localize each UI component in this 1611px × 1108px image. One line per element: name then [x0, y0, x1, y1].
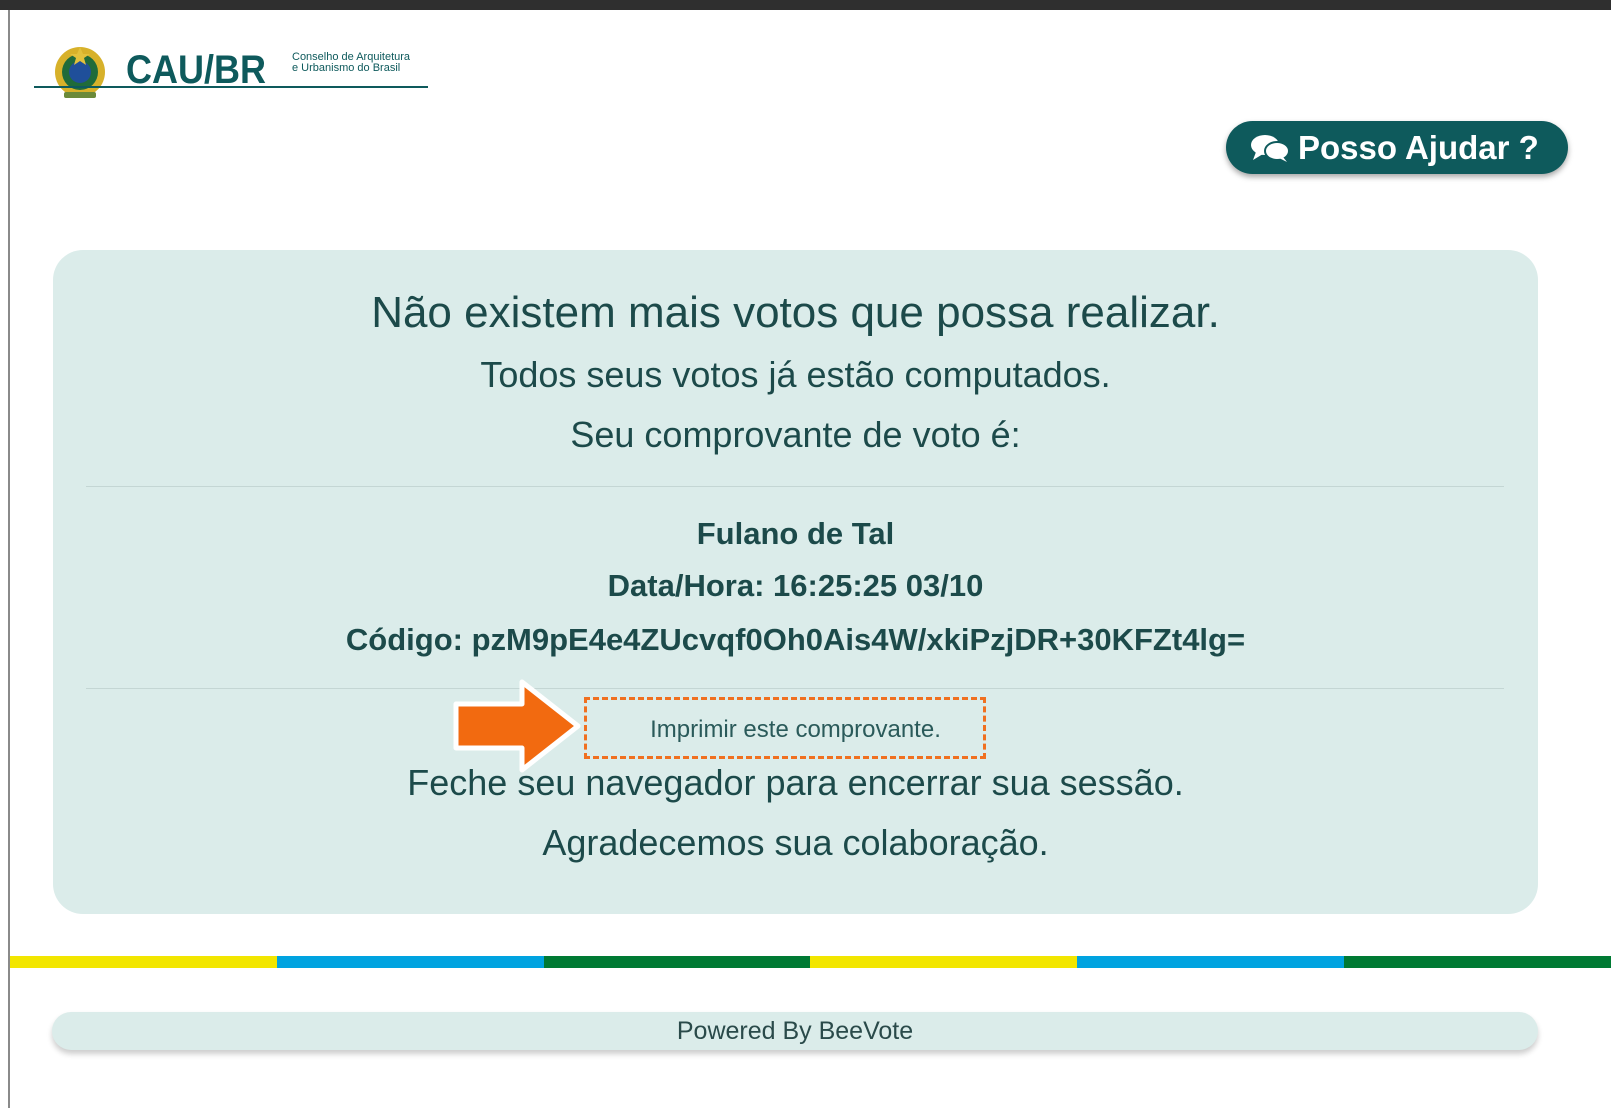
- divider-bottom: [86, 688, 1504, 689]
- close-browser-text: Feche seu navegador para encerrar sua se…: [407, 762, 1184, 803]
- color-stripe: [10, 956, 1611, 968]
- help-button[interactable]: Posso Ajudar ?: [1226, 121, 1568, 174]
- votes-computed-text: Todos seus votos já estão computados.: [480, 354, 1111, 395]
- vote-receipt-card: Não existem mais votos que possa realiza…: [53, 250, 1538, 914]
- stripe-segment: [276, 956, 544, 968]
- logo-subtitle-line2: e Urbanismo do Brasil: [292, 62, 401, 74]
- coat-of-arms-icon: [55, 47, 105, 98]
- thank-you-text: Agradecemos sua colaboração.: [542, 822, 1049, 863]
- voter-name: Fulano de Tal: [696, 516, 895, 551]
- stripe-segment: [1077, 956, 1345, 968]
- vote-code: Código: pzM9pE4e4ZUcvqf0Oh0Ais4W/xkiPzjD…: [345, 622, 1246, 657]
- no-votes-title: Não existem mais votos que possa realiza…: [371, 288, 1220, 337]
- logo-subtitle: Conselho de Arquitetura e Urbanismo do B…: [292, 52, 432, 74]
- divider-top: [86, 486, 1504, 487]
- stripe-segment: [810, 956, 1078, 968]
- stripe-segment: [10, 956, 277, 968]
- powered-by-text[interactable]: Powered By BeeVote: [677, 1017, 913, 1045]
- highlight-box: [584, 697, 986, 759]
- logo-underline: [34, 86, 428, 88]
- vote-datetime: Data/Hora: 16:25:25 03/10: [607, 568, 984, 603]
- help-button-label: Posso Ajudar ?: [1298, 128, 1539, 166]
- chat-bubbles-icon: [1251, 134, 1290, 162]
- receipt-intro-text: Seu comprovante de voto é:: [570, 414, 1021, 455]
- pointer-arrow-icon: [453, 679, 581, 773]
- cau-br-logo[interactable]: CAU/BR Conselho de Arquitetura e Urbanis…: [34, 40, 428, 102]
- stripe-segment: [543, 956, 811, 968]
- footer: Powered By BeeVote: [52, 1012, 1538, 1050]
- stripe-segment: [1344, 956, 1611, 968]
- window-left-border: [8, 10, 10, 1108]
- window-top-border: [0, 0, 1611, 10]
